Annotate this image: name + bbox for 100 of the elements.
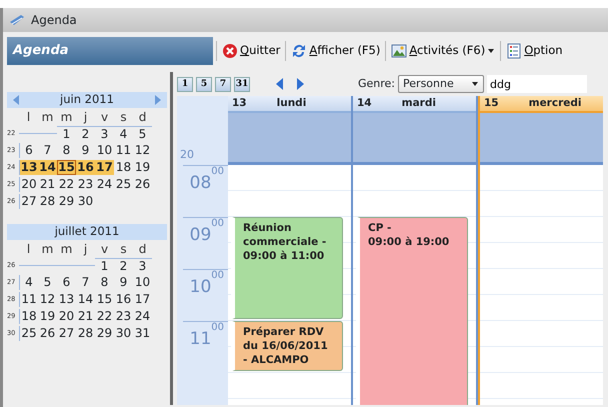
calendar-day[interactable]: 5 — [133, 126, 152, 142]
view-button[interactable]: 1 — [177, 76, 193, 92]
calendar-day[interactable]: 29 — [57, 194, 76, 209]
quit-icon — [222, 43, 238, 59]
day-header[interactable]: 14 mardi — [353, 96, 476, 113]
calendar-day[interactable]: 10 — [133, 275, 152, 290]
weekday-label: j — [82, 109, 88, 126]
calendar-day[interactable]: 12 — [38, 292, 57, 307]
calendar-day[interactable]: 16 — [76, 160, 95, 175]
event[interactable]: Préparer RDV du 16/06/2011 - ALCAMPO — [231, 321, 343, 371]
weekday-label: v — [100, 109, 110, 126]
calendar-day[interactable]: 9 — [76, 143, 95, 158]
event[interactable]: Réunion commerciale - 09:00 à 11:00 — [231, 217, 343, 319]
weekday-label: s — [119, 241, 128, 258]
calendar-day[interactable]: 29 — [95, 326, 114, 341]
calendar-day[interactable]: 18 — [114, 160, 133, 175]
weekday-label: m — [40, 109, 54, 126]
calendar-day[interactable]: 6 — [57, 275, 76, 290]
calendar-day[interactable]: 8 — [57, 143, 76, 158]
calendar-day[interactable]: 13 — [19, 160, 38, 175]
weekday-label: l — [26, 109, 32, 126]
weekday-label: d — [138, 241, 148, 258]
calendar-day[interactable]: 31 — [133, 326, 152, 341]
calendar-day[interactable]: 23 — [114, 309, 133, 324]
calendar-day[interactable]: 21 — [76, 309, 95, 324]
weekday-label: s — [119, 109, 128, 126]
day-header[interactable]: 15 mercredi — [480, 96, 603, 113]
calendar-day[interactable]: 20 — [57, 309, 76, 324]
calendar-day[interactable]: 7 — [76, 275, 95, 290]
calendar-day[interactable]: 10 — [95, 143, 114, 158]
calendar-day[interactable]: 17 — [95, 160, 114, 175]
calendar-day[interactable]: 22 — [57, 177, 76, 192]
calendar-day[interactable]: 5 — [38, 275, 57, 290]
toolbar-button[interactable]: Option — [504, 42, 565, 60]
genre-dropdown[interactable]: Personne — [398, 75, 484, 93]
search-field[interactable]: ddg — [487, 75, 588, 93]
calendar-day[interactable]: 19 — [38, 309, 57, 324]
calendar-day[interactable]: 15 — [57, 160, 76, 175]
calendar-day[interactable]: 3 — [133, 258, 152, 274]
calendar-day[interactable]: 26 — [38, 326, 57, 341]
calendar-day[interactable]: 11 — [114, 143, 133, 158]
month-title: juillet 2011 — [54, 223, 120, 240]
weekday-label: v — [100, 241, 110, 258]
calendar-day[interactable]: 17 — [133, 292, 152, 307]
calendar-day[interactable]: 23 — [76, 177, 95, 192]
calendar-day[interactable]: 1 — [95, 258, 114, 274]
day-header[interactable]: 13 lundi — [228, 96, 351, 113]
view-button[interactable]: 7 — [215, 76, 231, 92]
calendar-day[interactable]: 27 — [57, 326, 76, 341]
calendar-day[interactable]: 24 — [95, 177, 114, 192]
view-button[interactable]: 31 — [234, 76, 250, 92]
window-title: Agenda — [31, 12, 77, 29]
calendar-day[interactable]: 14 — [38, 160, 57, 175]
calendar-day[interactable]: 19 — [133, 160, 152, 175]
weekday-label: l — [26, 241, 32, 258]
previous-icon[interactable] — [276, 78, 283, 90]
view-button[interactable]: 5 — [196, 76, 212, 92]
calendar-day[interactable]: 18 — [19, 309, 38, 324]
toolbar-button[interactable]: Activités (F6) — [389, 42, 498, 60]
image-icon — [391, 43, 408, 59]
refresh-icon — [291, 43, 308, 59]
calendar-day[interactable]: 25 — [114, 177, 133, 192]
calendar-day[interactable]: 1 — [57, 126, 76, 142]
event[interactable]: CP - 09:00 à 19:00 — [356, 217, 468, 405]
toolbar-button[interactable]: Afficher (F5) — [289, 42, 382, 60]
calendar-day[interactable]: 27 — [19, 194, 38, 209]
toolbar-button[interactable]: Quitter — [220, 42, 282, 60]
calendar-day[interactable]: 25 — [19, 326, 38, 341]
weekday-label: m — [40, 241, 54, 258]
next-icon[interactable] — [297, 78, 304, 90]
calendar-day[interactable]: 12 — [133, 143, 152, 158]
calendar-day[interactable]: 6 — [19, 143, 38, 158]
app-icon — [9, 13, 25, 27]
calendar-day[interactable]: 3 — [95, 126, 114, 142]
calendar-day[interactable]: 24 — [133, 309, 152, 324]
calendar-day[interactable]: 26 — [133, 177, 152, 192]
calendar-day[interactable]: 13 — [57, 292, 76, 307]
month-title: juin 2011 — [60, 91, 114, 108]
calendar-day[interactable]: 9 — [114, 275, 133, 290]
calendar-day[interactable]: 4 — [114, 126, 133, 142]
calendar-day[interactable]: 11 — [19, 292, 38, 307]
calendar-day[interactable]: 4 — [19, 275, 38, 290]
weekday-label: m — [60, 109, 74, 126]
calendar-day[interactable]: 30 — [114, 326, 133, 341]
calendar-day[interactable]: 30 — [76, 194, 95, 209]
calendar-day[interactable]: 7 — [38, 143, 57, 158]
calendar-day[interactable]: 2 — [76, 126, 95, 142]
calendar-day[interactable]: 2 — [114, 258, 133, 274]
calendar-day[interactable]: 14 — [76, 292, 95, 307]
weekday-label: d — [138, 109, 148, 126]
calendar-day[interactable]: 15 — [95, 292, 114, 307]
calendar-day[interactable]: 28 — [76, 326, 95, 341]
calendar-day[interactable]: 8 — [95, 275, 114, 290]
calendar-day[interactable]: 16 — [114, 292, 133, 307]
calendar-day[interactable]: 22 — [95, 309, 114, 324]
weekday-label: m — [60, 241, 74, 258]
calendar-day[interactable]: 21 — [38, 177, 57, 192]
panel-title: Agenda — [7, 37, 213, 65]
calendar-day[interactable]: 28 — [38, 194, 57, 209]
calendar-day[interactable]: 20 — [19, 177, 38, 192]
